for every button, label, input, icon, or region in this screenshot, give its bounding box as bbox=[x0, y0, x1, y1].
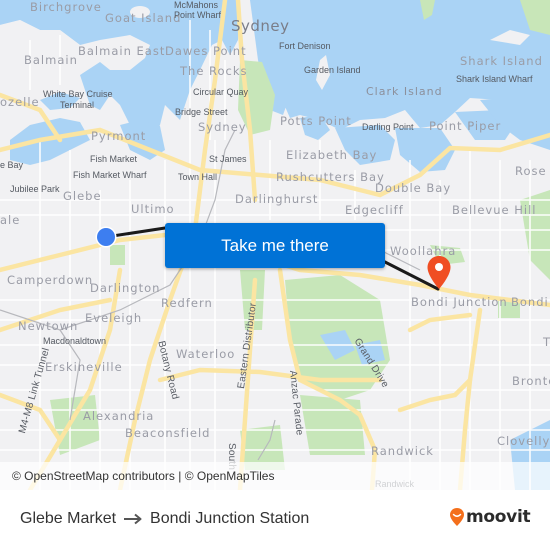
map-label-randwick: Randwick bbox=[371, 444, 434, 458]
map-label-rose-bay: Rose Bay bbox=[515, 164, 550, 178]
map-label-newtown: Newtown bbox=[18, 319, 79, 333]
map-label-balmain-east: Balmain East bbox=[78, 44, 166, 58]
map-label-garden-island: Garden Island bbox=[304, 65, 361, 75]
map-label-bondi: Bondi bbox=[511, 295, 549, 309]
map-label-e-bay: e Bay bbox=[0, 160, 24, 170]
moovit-wordmark: moovit bbox=[466, 507, 531, 527]
map-label-glebe: Glebe bbox=[63, 189, 102, 203]
map-label-bridge-street: Bridge Street bbox=[175, 107, 228, 117]
map-label-clark-island: Clark Island bbox=[366, 85, 443, 98]
map-label-alexandria: Alexandria bbox=[83, 409, 155, 423]
origin-name: Glebe Market bbox=[20, 510, 117, 527]
origin-marker[interactable] bbox=[94, 225, 118, 249]
map-attribution: © OpenStreetMap contributors | © OpenMap… bbox=[0, 462, 550, 490]
map-label-mcmahons-point-wharf: Point Wharf bbox=[174, 10, 222, 20]
map-label-eveleigh: Eveleigh bbox=[85, 311, 143, 325]
map-label-mcmahons-point: McMahons bbox=[174, 0, 219, 10]
moovit-logo[interactable]: moovit bbox=[449, 507, 531, 527]
map-label-ale: ale bbox=[0, 213, 21, 227]
map-label-shark-island-wharf: Shark Island Wharf bbox=[456, 74, 533, 84]
map-label-darlinghurst: Darlinghurst bbox=[235, 192, 319, 206]
map-label-t-edge: T bbox=[543, 335, 550, 349]
map-label-clovelly: Clovelly bbox=[497, 434, 550, 448]
map-label-macdonaldtown: Macdonaldtown bbox=[43, 336, 107, 346]
map-label-fort-denison: Fort Denison bbox=[279, 41, 331, 51]
destination-name: Bondi Junction Station bbox=[150, 510, 310, 527]
map-label-rushcutters-bay: Rushcutters Bay bbox=[276, 170, 385, 184]
map-label-rozelle: ozelle bbox=[0, 95, 40, 109]
map-label-redfern: Redfern bbox=[161, 296, 213, 310]
map-label-edgecliff: Edgecliff bbox=[345, 203, 404, 217]
moovit-pin-icon bbox=[450, 508, 464, 526]
map-label-shark-island: Shark Island bbox=[460, 54, 543, 68]
map-label-dawes-point: Dawes Point bbox=[165, 44, 247, 58]
map-label-double-bay: Double Bay bbox=[375, 181, 452, 195]
map-label-goat-island: Goat Island bbox=[105, 11, 182, 25]
map-label-darlington: Darlington bbox=[90, 281, 161, 295]
map-label-circular-quay: Circular Quay bbox=[193, 87, 249, 97]
map-label-elizabeth-bay: Elizabeth Bay bbox=[286, 148, 378, 162]
map-label-camperdown: Camperdown bbox=[7, 273, 94, 287]
map-label-potts-point: Potts Point bbox=[280, 114, 352, 128]
map-label-darling-point: Darling Point bbox=[362, 122, 414, 132]
map-label-sydney-city: Sydney bbox=[231, 17, 290, 35]
map-label-waterloo: Waterloo bbox=[176, 347, 236, 361]
map-label-bronte: Bronte bbox=[512, 374, 550, 388]
destination-pin-icon[interactable] bbox=[426, 255, 452, 291]
map-label-beaconsfield: Beaconsfield bbox=[125, 426, 211, 440]
map-label-town-hall: Town Hall bbox=[178, 172, 218, 182]
map-label-white-bay-cruise: White Bay Cruise bbox=[43, 89, 113, 99]
map-label-st-james: St James bbox=[209, 154, 247, 164]
arrow-right-icon bbox=[123, 513, 143, 525]
map-label-jubilee-park: Jubilee Park bbox=[10, 184, 60, 194]
map-label-point-piper: Point Piper bbox=[429, 119, 502, 133]
attribution-text[interactable]: © OpenStreetMap contributors | © OpenMap… bbox=[12, 469, 274, 483]
map-label-sydney-station: Sydney bbox=[198, 120, 247, 134]
map-label-terminal: Terminal bbox=[60, 100, 95, 110]
map-label-erskineville: Erskineville bbox=[45, 360, 123, 374]
map-label-bellevue-hill: Bellevue Hill bbox=[452, 203, 537, 217]
map-label-balmain: Balmain bbox=[24, 53, 78, 67]
map-label-fish-market: Fish Market bbox=[90, 154, 138, 164]
map-view[interactable]: Birchgrove Goat Island McMahons Point Wh… bbox=[0, 0, 550, 490]
route-title: Glebe Market Bondi Junction Station bbox=[20, 510, 309, 528]
map-label-birchgrove: Birchgrove bbox=[30, 0, 102, 14]
footer-bar: Glebe Market Bondi Junction Station moov… bbox=[0, 490, 550, 550]
map-label-fish-market-wharf: Fish Market Wharf bbox=[73, 170, 147, 180]
map-label-pyrmont: Pyrmont bbox=[91, 129, 147, 143]
take-me-there-button[interactable]: Take me there bbox=[165, 223, 385, 268]
map-label-ultimo: Ultimo bbox=[131, 202, 175, 216]
map-label-bondi-junction: Bondi Junction bbox=[411, 295, 508, 309]
map-label-the-rocks: The Rocks bbox=[180, 64, 248, 78]
